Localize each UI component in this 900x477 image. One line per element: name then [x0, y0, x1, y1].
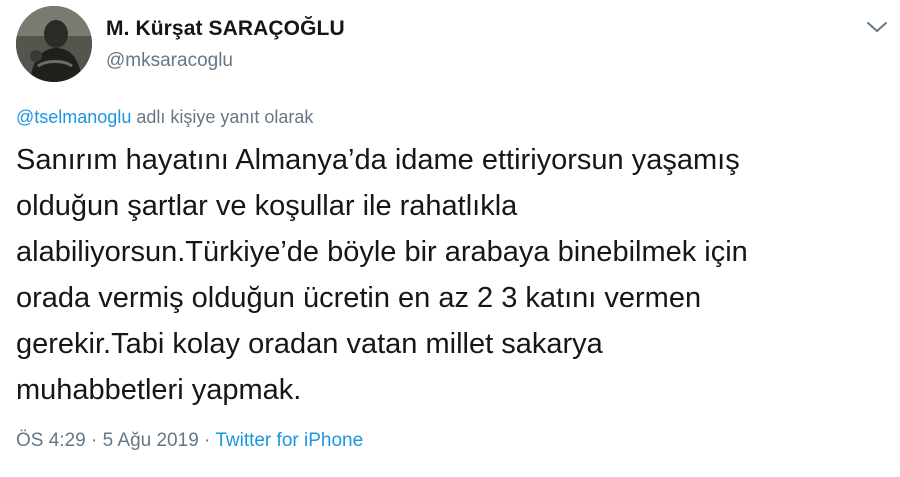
reply-context-label: adlı kişiye yanıt olarak	[131, 107, 314, 127]
tweet-card: M. Kürşat SARAÇOĞLU @mksaracoglu @tselma…	[0, 0, 900, 477]
meta-separator: ·	[198, 430, 216, 451]
reply-context: @tselmanoglu adlı kişiye yanıt olarak	[16, 107, 313, 128]
author-name[interactable]: M. Kürşat SARAÇOĞLU	[106, 17, 345, 41]
tweet-time[interactable]: ÖS 4:29	[16, 430, 86, 451]
chevron-down-icon[interactable]	[864, 16, 890, 38]
author-handle[interactable]: @mksaracoglu	[106, 50, 233, 72]
profile-photo-icon	[16, 6, 92, 82]
tweet-date[interactable]: 5 Ağu 2019	[103, 430, 199, 451]
tweet-meta: ÖS 4:29 · 5 Ağu 2019 · Twitter for iPhon…	[16, 430, 363, 452]
tweet-source-link[interactable]: Twitter for iPhone	[215, 430, 363, 451]
reply-mention-link[interactable]: @tselmanoglu	[16, 107, 131, 127]
tweet-text: Sanırım hayatını Almanya’da idame ettiri…	[16, 144, 748, 406]
meta-separator: ·	[85, 430, 103, 451]
avatar[interactable]	[16, 6, 92, 82]
